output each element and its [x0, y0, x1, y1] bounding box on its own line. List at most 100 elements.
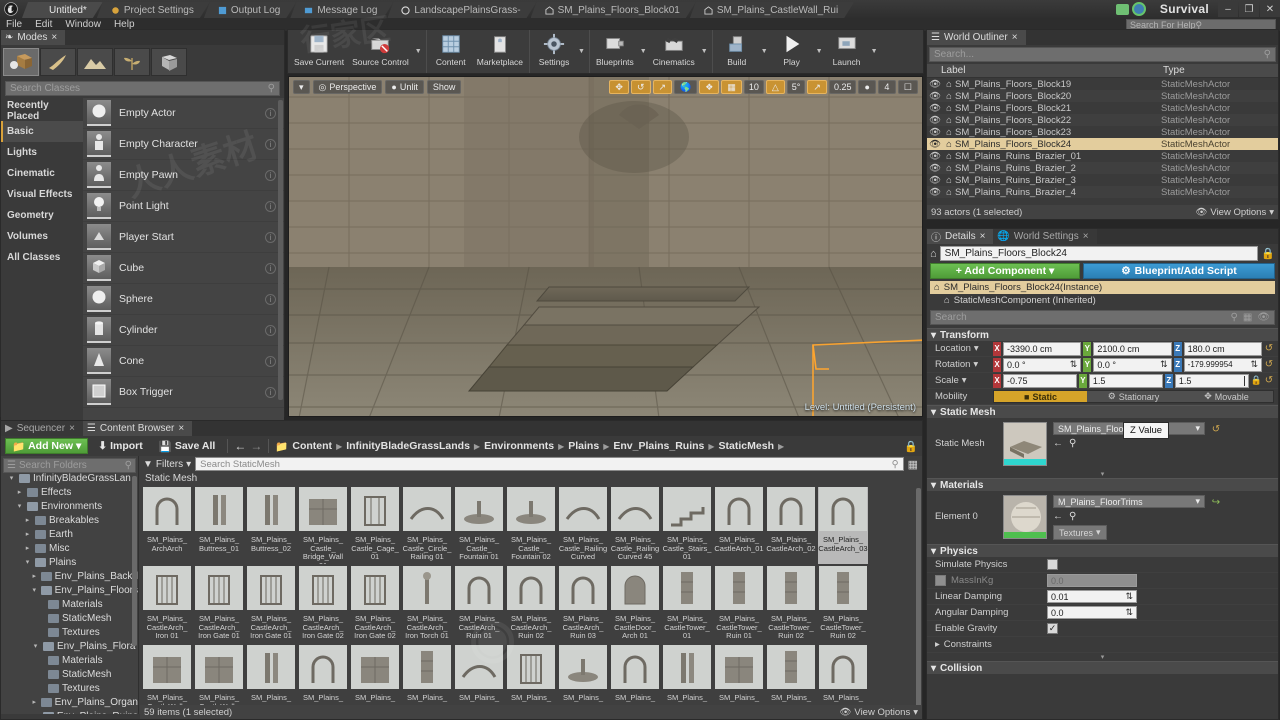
info-icon[interactable]: i — [265, 293, 276, 305]
asset-grid[interactable]: ◉ SM_​Plains_​ArchArch SM_​Plains_​Buttre… — [139, 486, 922, 714]
settings-button[interactable]: Settings — [532, 30, 576, 73]
breadcrumb-infinityblade[interactable]: InfinityBladeGrassLands — [346, 440, 470, 452]
chevron-down-icon[interactable]: ▾ — [15, 502, 24, 510]
asset-item[interactable]: SM_​Plains_​CastleArch_​02 — [766, 487, 816, 564]
spinner-icon[interactable]: ⇅ — [1070, 359, 1078, 370]
asset-item[interactable]: SM_​Plains_​Buttress_​02 — [246, 487, 296, 564]
info-icon[interactable]: i — [265, 386, 276, 398]
category-volumes[interactable]: Volumes — [1, 226, 83, 247]
viewport-options-menu[interactable]: ▾ — [293, 80, 310, 94]
asset-item[interactable]: SM_​Plains_​ — [662, 645, 712, 714]
mobility-movable-button[interactable]: ✥ Movable — [1180, 391, 1273, 402]
asset-item[interactable]: SM_​Plains_​Castle_​Fountain 02 — [506, 487, 556, 564]
list-item[interactable]: Empty Pawn i — [83, 160, 284, 191]
place-mode-button[interactable] — [3, 48, 39, 76]
lock-icon[interactable]: 🔒 — [904, 440, 918, 453]
spinner-icon[interactable]: ⇅ — [1125, 591, 1133, 602]
blueprint-add-script-button[interactable]: ⚙ Blueprint/Add Script — [1083, 263, 1275, 279]
settings-caret-icon[interactable]: ▼ — [576, 30, 587, 73]
close-icon[interactable]: × — [69, 423, 75, 434]
category-visual-effects[interactable]: Visual Effects — [1, 184, 83, 205]
list-item[interactable]: Player Start i — [83, 222, 284, 253]
account-icon[interactable] — [1131, 2, 1146, 16]
chevron-right-icon[interactable]: ▸ — [23, 544, 32, 552]
source-control-button[interactable]: Source Control — [348, 30, 413, 73]
component-row-instance[interactable]: ⌂ SM_Plains_Floors_Block24(Instance) — [930, 281, 1275, 294]
play-button[interactable]: Play — [770, 30, 814, 73]
category-cinematic[interactable]: Cinematic — [1, 163, 83, 184]
info-icon[interactable]: i — [265, 107, 276, 119]
use-selected-asset-icon[interactable]: ← — [1053, 511, 1063, 522]
source-control-caret-icon[interactable]: ▼ — [413, 30, 424, 73]
window-tab-strip[interactable]: Untitled* Project Settings Output Log Me… — [22, 0, 1116, 18]
close-icon[interactable]: × — [1012, 32, 1018, 43]
rotation-z-input[interactable]: -179.999954 ⇅ — [1183, 357, 1262, 372]
column-header-label[interactable]: Label — [927, 65, 1159, 76]
use-asset-icon[interactable]: ↪ — [1211, 497, 1221, 508]
play-caret-icon[interactable]: ▼ — [814, 30, 825, 73]
physics-expander[interactable]: ▾ — [927, 653, 1278, 661]
asset-item[interactable]: SM_​Plains_​CastleTower_​Ruin 02 — [766, 566, 816, 643]
import-button[interactable]: ⬇ Import — [92, 438, 148, 454]
grid-snap-value[interactable]: 10 — [743, 80, 764, 94]
camera-speed-icon[interactable]: ● — [858, 80, 876, 94]
angular-damping-input[interactable]: 0.0 ⇅ — [1047, 606, 1137, 619]
chevron-right-icon[interactable]: ▸ — [15, 488, 24, 496]
chevron-down-icon[interactable]: ▾ — [962, 375, 967, 386]
tree-node[interactable]: ▸ Effects — [1, 485, 138, 499]
tab-world-settings[interactable]: 🌐 World Settings × — [993, 229, 1097, 244]
scale-tool[interactable]: ↗ — [652, 80, 673, 94]
material-asset-dropdown[interactable]: M_Plains_FloorTrims ▾ — [1053, 495, 1205, 508]
asset-item[interactable]: SM_​Plains_​Castle_​Stairs_​01 — [662, 487, 712, 564]
show-menu[interactable]: Show — [426, 80, 462, 94]
filters-button[interactable]: ▼ Filters ▾ — [143, 459, 191, 470]
tree-node[interactable]: Textures — [1, 625, 138, 639]
asset-item[interactable]: SM_​Plains_​CastleArch_​03 — [818, 487, 868, 564]
close-button[interactable]: ✕ — [1260, 1, 1280, 17]
foliage-mode-button[interactable] — [114, 48, 150, 76]
asset-item[interactable]: SM_​Plains_​Castle_​Circle_​Railing 01 — [402, 487, 452, 564]
paint-mode-button[interactable] — [40, 48, 76, 76]
table-row[interactable]: 👁 ⌂ SM_Plains_Ruins_Brazier_4 StaticMesh… — [927, 186, 1278, 198]
asset-grid-scrollbar[interactable] — [916, 488, 921, 714]
tree-node[interactable]: Materials — [1, 653, 138, 667]
rotation-snap-value[interactable]: 5° — [786, 80, 806, 94]
table-row[interactable]: 👁 ⌂ SM_Plains_Ruins_Brazier_3 StaticMesh… — [927, 174, 1278, 186]
world-space-toggle[interactable]: 🌎 — [674, 80, 698, 94]
list-item[interactable]: Point Light i — [83, 191, 284, 222]
list-item[interactable]: Sphere i — [83, 284, 284, 315]
add-new-button[interactable]: 📁 Add New ▾ — [5, 438, 89, 454]
select-translate-tool[interactable]: ✥ — [609, 80, 629, 94]
forward-button[interactable]: → — [250, 439, 262, 453]
window-tab-castlewall[interactable]: SM_Plains_CastleWall_Rui — [690, 2, 854, 18]
reset-icon[interactable]: ↺ — [1264, 343, 1274, 354]
lighting-mode-dropdown[interactable]: ● Unlit — [385, 80, 424, 94]
asset-item[interactable]: SM_​Plains_​CastleTower_​Ruin 01 — [714, 566, 764, 643]
save-all-button[interactable]: 💾 Save All — [153, 438, 222, 454]
viewport-render[interactable] — [289, 77, 922, 416]
outliner-search-input[interactable]: Search... ⚲ — [929, 47, 1276, 62]
visibility-icon[interactable]: 👁 — [927, 187, 943, 198]
asset-item[interactable]: SM_​Plains_​CastleArch_​Iron 01 — [142, 566, 192, 643]
window-tab-output-log[interactable]: Output Log — [204, 2, 296, 18]
section-static-mesh[interactable]: ▾ Static Mesh — [927, 405, 1278, 418]
visibility-icon[interactable]: 👁 — [927, 127, 943, 138]
simulate-physics-checkbox[interactable] — [1047, 559, 1058, 570]
chevron-right-icon[interactable]: ▸ — [23, 530, 32, 538]
location-x-input[interactable]: -3390.0 cm — [1003, 341, 1082, 356]
chevron-right-icon[interactable]: ▸ — [31, 698, 38, 706]
asset-item[interactable]: SM_​Plains_​CastleArch_​Iron Torch 01 — [402, 566, 452, 643]
tree-node[interactable]: ▾ Env_Plains_Flora — [1, 639, 138, 653]
reset-icon[interactable]: ↺ — [1264, 375, 1274, 386]
component-row-staticmesh[interactable]: ⌂ StaticMeshComponent (Inherited) — [930, 294, 1275, 307]
asset-item[interactable]: SM_​Plains_​CastleArch_​Ruin 03 — [558, 566, 608, 643]
asset-item[interactable]: SM_​Plains_​ — [818, 645, 868, 714]
visibility-icon[interactable]: 👁 — [927, 103, 943, 114]
chevron-down-icon[interactable]: ▾ — [23, 558, 32, 566]
rotate-tool[interactable]: ↺ — [630, 80, 651, 94]
tree-node[interactable]: ▾ InfinityBladeGrassLan — [1, 471, 138, 485]
view-options-button[interactable]: 👁 View Options ▾ — [1195, 207, 1274, 218]
location-y-input[interactable]: 2100.0 cm — [1093, 341, 1172, 356]
asset-item[interactable]: SM_​Plains_​ — [610, 645, 660, 714]
camera-speed-value[interactable]: 4 — [877, 80, 896, 94]
